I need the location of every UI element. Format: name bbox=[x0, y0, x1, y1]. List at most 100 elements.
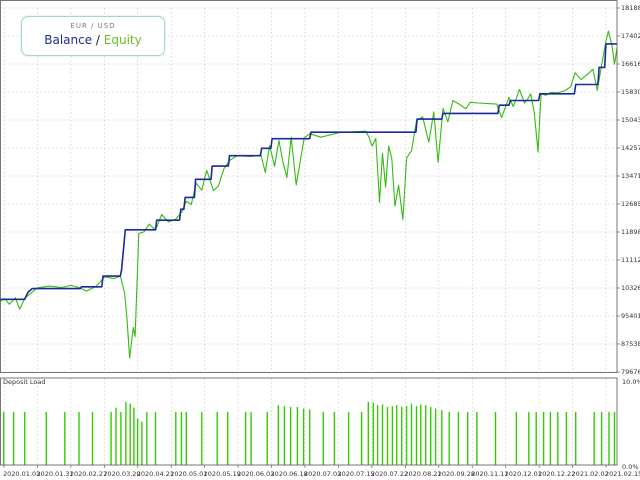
deposit-load-title: Deposit Load bbox=[3, 378, 46, 386]
deposit-load-bar bbox=[110, 411, 112, 465]
deposit-load-bar bbox=[266, 411, 268, 465]
x-tick-label: 2021.02.15 bbox=[605, 470, 640, 478]
deposit-load-bar bbox=[430, 406, 432, 465]
deposit-load-bar bbox=[12, 411, 15, 465]
deposit-load-bar bbox=[91, 411, 94, 465]
balance-line bbox=[0, 43, 617, 301]
legend-equity-label: Equity bbox=[103, 33, 142, 47]
deposit-load-bar bbox=[115, 407, 117, 465]
deposit-load-bar bbox=[420, 404, 422, 465]
deposit-load-bar bbox=[289, 406, 292, 465]
deposit-load-bar bbox=[448, 411, 450, 465]
y-tick-label: 142576 bbox=[621, 144, 640, 152]
x-tick-label: 2020.05.19 bbox=[204, 470, 241, 478]
deposit-load-bar bbox=[535, 411, 537, 465]
x-tick-label: 2020.06.03 bbox=[237, 470, 274, 478]
x-tick-label: 2020.09.28 bbox=[438, 470, 475, 478]
y-tick-label: 103263 bbox=[621, 284, 640, 292]
deposit-load-bar bbox=[64, 411, 66, 465]
price-axis: 79676 87538 95401 103263 111126 118988 126851 1… bbox=[617, 4, 640, 376]
y-tick-label: 150439 bbox=[621, 116, 640, 124]
deposit-load-bar bbox=[415, 406, 418, 465]
deposit-load-bar bbox=[45, 411, 47, 465]
deposit-load-bar bbox=[391, 406, 394, 465]
equity-chart-svg: 79676 87538 95401 103263 111126 118988 126851 1… bbox=[0, 0, 640, 478]
deposit-load-bar bbox=[528, 411, 530, 465]
deposit-load-bar bbox=[600, 411, 603, 465]
deposit-load-bar bbox=[296, 406, 299, 465]
y-tick-label: 111126 bbox=[621, 256, 640, 264]
deposit-load-bar bbox=[457, 411, 460, 465]
deposit-load-bar bbox=[180, 411, 183, 465]
x-tick-label: 2020.08.21 bbox=[404, 470, 441, 478]
deposit-load-bar bbox=[133, 407, 135, 465]
date-axis: 2020.01.032020.01.312020.02.272020.03.20… bbox=[3, 465, 640, 478]
y-tick-label: 126851 bbox=[621, 200, 640, 208]
x-tick-label: 2020.01.31 bbox=[36, 470, 73, 478]
x-tick-label: 2020.03.20 bbox=[103, 470, 140, 478]
deposit-load-bar bbox=[476, 411, 478, 465]
y-tick-label: 181888 bbox=[621, 4, 640, 12]
deposit-load-bar bbox=[125, 401, 127, 465]
deposit-load-bar bbox=[515, 411, 518, 465]
deposit-load-min-label: 0.0% bbox=[622, 463, 639, 471]
deposit-load-bar bbox=[309, 409, 311, 465]
deposit-load-bar bbox=[302, 408, 305, 465]
main-chart-grid bbox=[0, 7, 617, 373]
deposit-load-bar bbox=[360, 411, 363, 465]
deposit-load-bar bbox=[3, 411, 5, 465]
y-tick-label: 79676 bbox=[621, 368, 640, 376]
x-tick-label: 2020.05.01 bbox=[170, 470, 207, 478]
deposit-load-bar bbox=[381, 404, 384, 465]
deposit-load-bar bbox=[175, 411, 177, 465]
legend-symbol: EUR / USD bbox=[70, 22, 116, 30]
x-tick-label: 2020.04.21 bbox=[137, 470, 174, 478]
deposit-load-bar bbox=[185, 411, 187, 465]
deposit-load-bar bbox=[549, 411, 552, 465]
legend-series-labels: Balance / Equity bbox=[22, 33, 164, 47]
deposit-load-bar bbox=[120, 411, 122, 465]
deposit-load-bar bbox=[434, 408, 437, 465]
y-tick-label: 174026 bbox=[621, 32, 640, 40]
x-tick-label: 2020.02.27 bbox=[70, 470, 107, 478]
deposit-load-bar bbox=[386, 406, 389, 465]
y-tick-label: 134714 bbox=[621, 172, 640, 180]
legend-separator: / bbox=[92, 33, 104, 47]
deposit-load-bar bbox=[593, 411, 595, 465]
deposit-load-bar bbox=[401, 406, 403, 465]
deposit-load-max-label: 10.0% bbox=[622, 378, 640, 386]
x-tick-label: 2020.12.22 bbox=[538, 470, 575, 478]
deposit-load-bar bbox=[283, 406, 286, 465]
deposit-load-bar bbox=[494, 411, 497, 465]
deposit-load-bar bbox=[542, 411, 545, 465]
deposit-load-bar bbox=[78, 411, 80, 465]
deposit-load-bar bbox=[146, 411, 148, 465]
deposit-load-bar bbox=[557, 411, 559, 465]
deposit-load-bar bbox=[154, 411, 157, 465]
deposit-load-bar bbox=[347, 411, 350, 465]
equity-line bbox=[0, 30, 618, 359]
deposit-load-bar bbox=[277, 405, 279, 465]
deposit-load-bar bbox=[575, 411, 577, 465]
y-tick-label: 158301 bbox=[621, 88, 640, 96]
deposit-load-bar bbox=[565, 411, 568, 465]
deposit-load-bar bbox=[333, 411, 336, 465]
deposit-load-bars bbox=[3, 401, 616, 466]
y-tick-label: 87538 bbox=[621, 340, 640, 348]
deposit-load-bar bbox=[24, 411, 26, 465]
x-tick-label: 2020.01.03 bbox=[3, 470, 40, 478]
deposit-load-bar bbox=[322, 411, 324, 465]
x-tick-label: 2020.11.11 bbox=[471, 470, 508, 478]
deposit-load-bar bbox=[405, 406, 408, 465]
deposit-load-bar bbox=[141, 421, 143, 465]
deposit-load-bar bbox=[244, 411, 247, 465]
main-frame bbox=[0, 0, 618, 373]
chart-frames bbox=[0, 0, 618, 466]
deposit-load-bar bbox=[608, 411, 610, 465]
y-tick-label: 166164 bbox=[621, 60, 640, 68]
deposit-load-bar bbox=[367, 401, 369, 465]
deposit-load-bar bbox=[425, 405, 427, 465]
deposit-load-bar bbox=[467, 411, 469, 465]
deposit-load-bar bbox=[201, 411, 203, 465]
x-tick-label: 2020.07.03 bbox=[304, 470, 341, 478]
